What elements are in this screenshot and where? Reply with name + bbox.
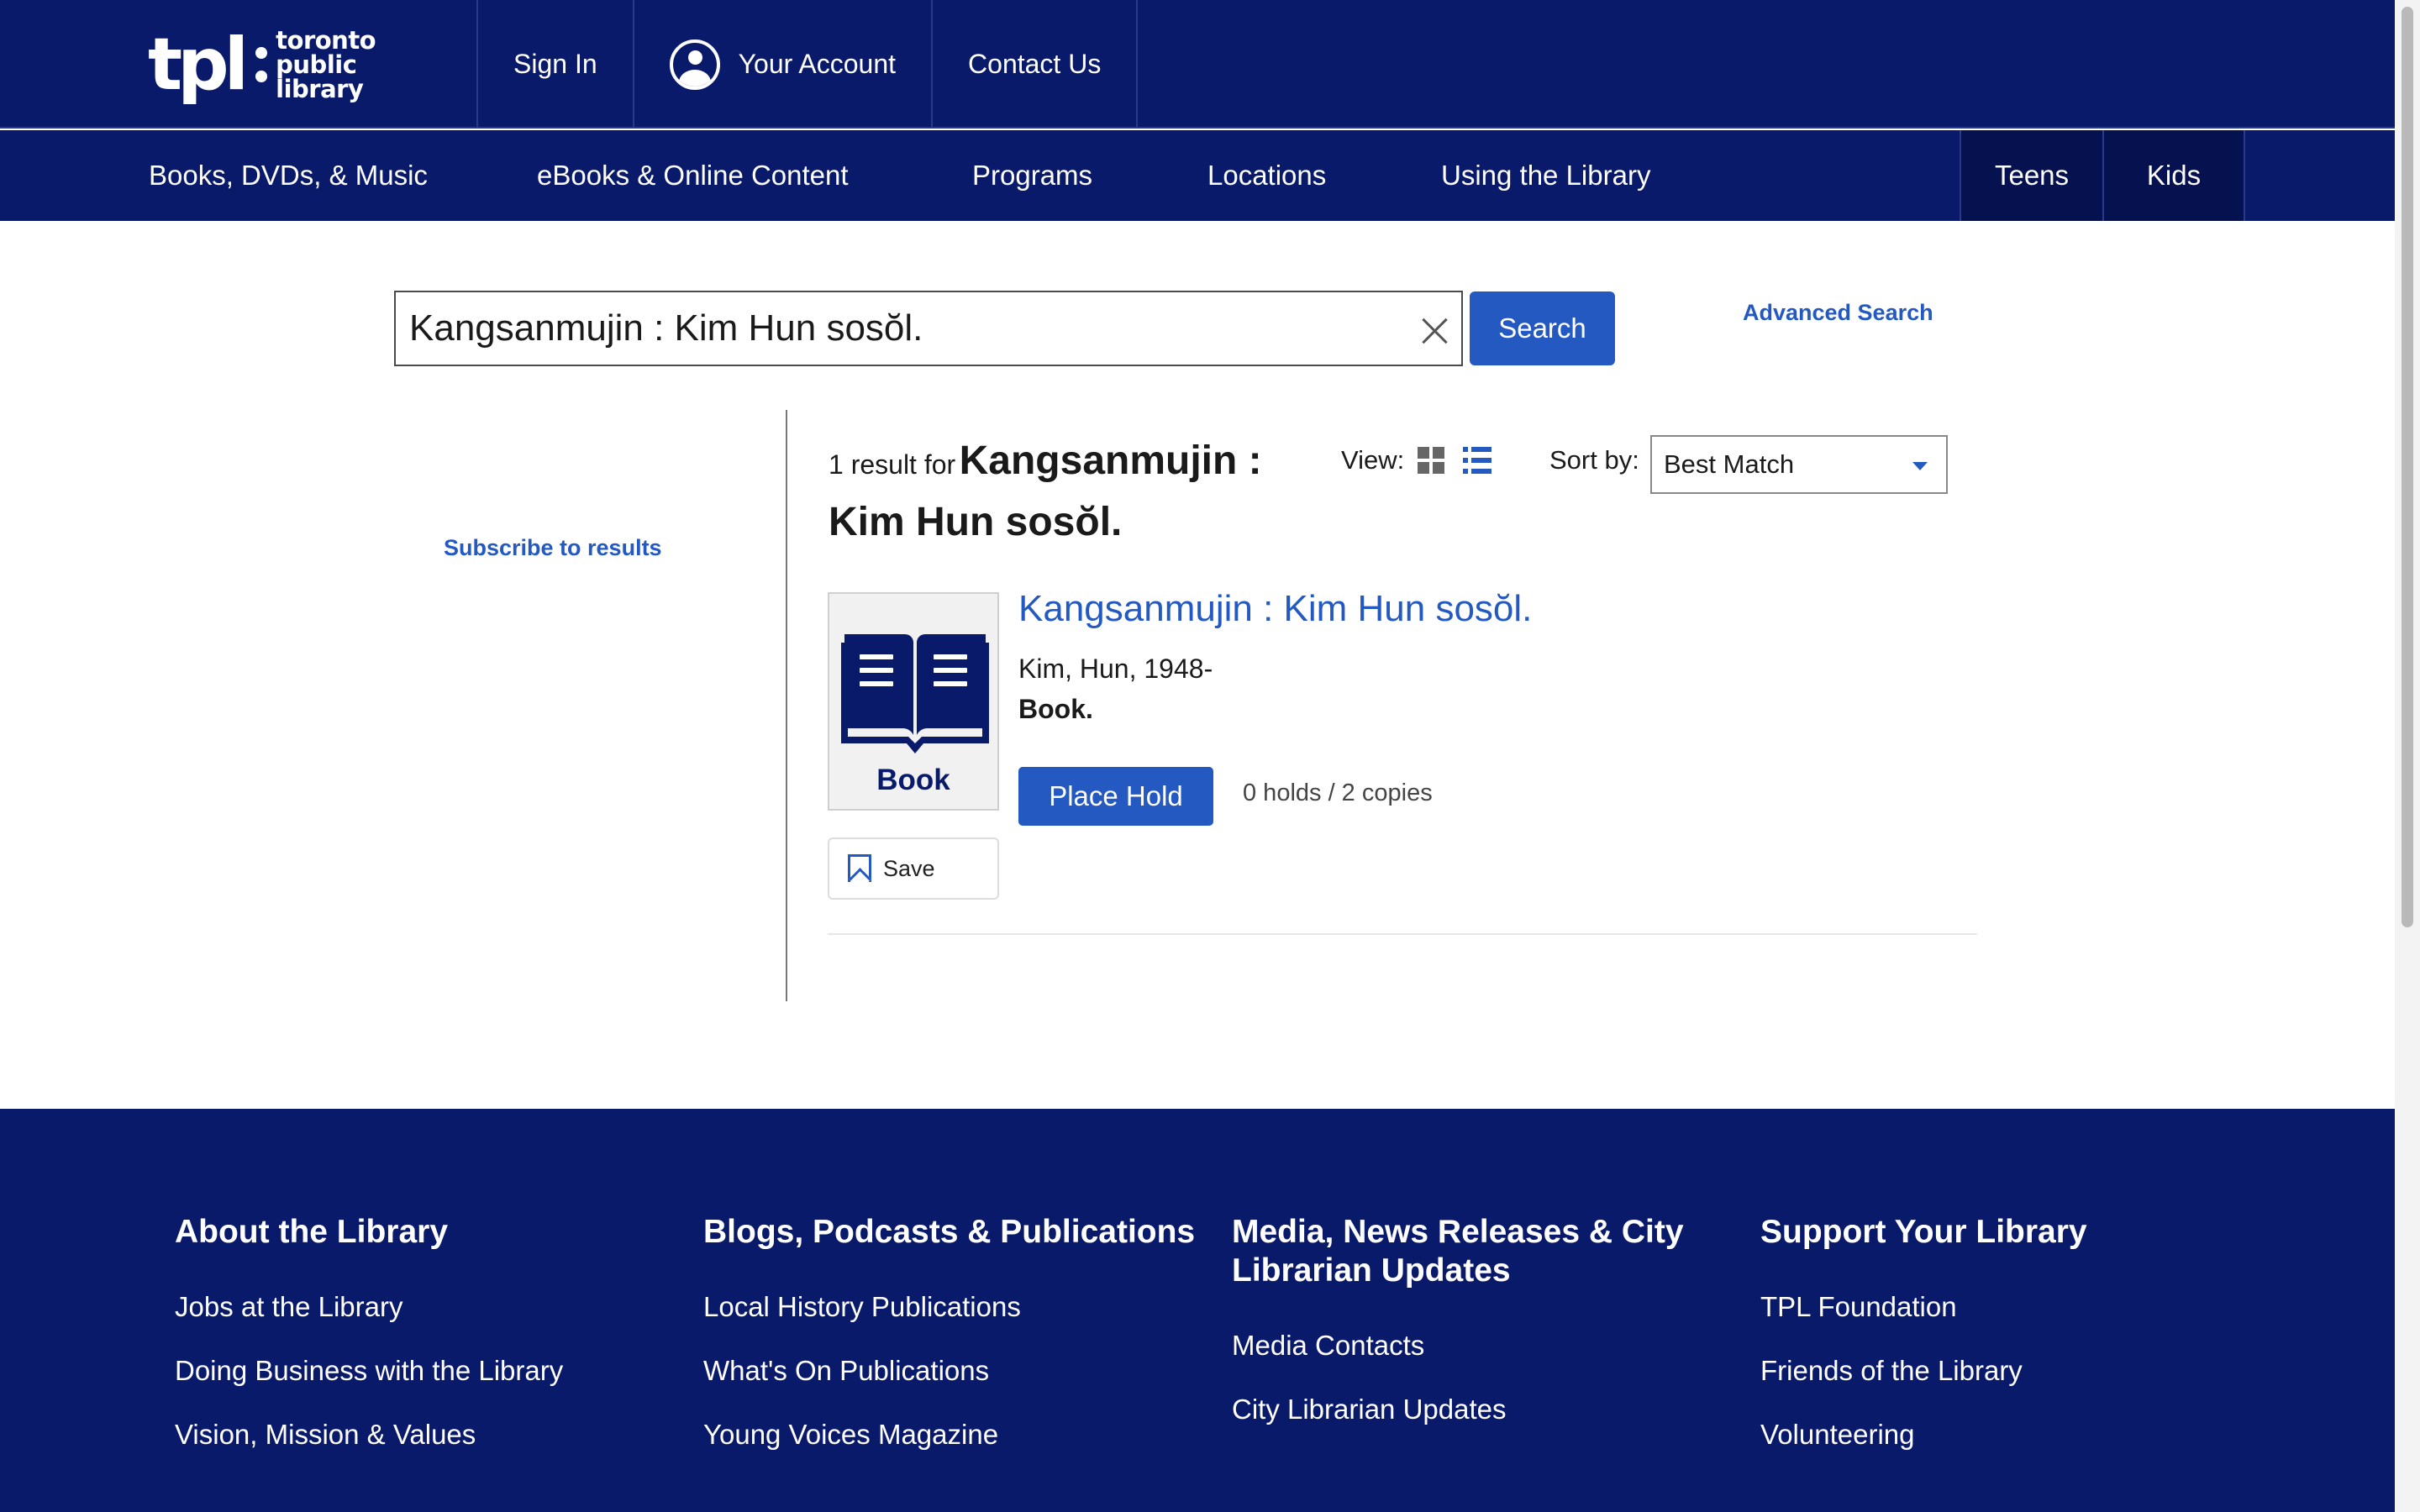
search-button[interactable]: Search [1470,291,1615,365]
your-account-link[interactable]: Your Account [632,0,931,129]
footer-link[interactable]: Media Contacts [1232,1314,1686,1378]
holds-copies-count: 0 holds / 2 copies [1243,780,1433,806]
view-label: View: [1341,445,1405,475]
tpl-logo[interactable]: tpl toronto public library [148,27,417,102]
advanced-search-link[interactable]: Advanced Search [1743,300,1933,326]
nav-ebooks-online[interactable]: eBooks & Online Content [537,130,849,221]
chevron-down-icon [1912,462,1928,470]
main-nav: Books, DVDs, & Music eBooks & Online Con… [0,130,2395,221]
footer-heading: About the Library [175,1214,449,1250]
user-account-icon [669,39,720,90]
clear-search-icon[interactable] [1421,318,1448,344]
results-heading: 1 result for Kangsanmujin : Kim Hun sosŏ… [829,435,1299,558]
your-account-label: Your Account [738,49,897,79]
result-author: Kim, Hun, 1948- [1018,654,1213,684]
logo-line-2: public library [276,50,364,103]
grid-view-icon[interactable] [1418,447,1445,474]
results-divider [786,410,787,1001]
book-format-thumbnail[interactable]: Book [828,592,999,811]
footer-link[interactable]: TPL Foundation [1760,1275,2231,1339]
footer-link[interactable]: Vision, Mission & Values [175,1403,679,1467]
sort-label: Sort by: [1549,445,1639,475]
footer-link[interactable]: What's On Publications [703,1339,1207,1403]
result-title-link[interactable]: Kangsanmujin : Kim Hun sosŏl. [1018,588,1532,630]
footer-link[interactable]: Jobs at the Library [175,1275,679,1339]
footer-heading: Support Your Library [1760,1214,2087,1250]
catalog-search [394,291,1463,366]
logo-dots [255,47,268,82]
open-book-icon [841,634,989,753]
nav-locations[interactable]: Locations [1207,130,1326,221]
scrollbar-thumb[interactable] [2402,7,2413,927]
format-badge-label: Book [876,764,950,796]
search-input[interactable] [396,307,1387,349]
nav-teens[interactable]: Teens [1960,130,2102,221]
bookmark-icon [848,854,871,883]
logo-mark: tpl [148,23,249,107]
footer-col-media: Media, News Releases & City Librarian Up… [1232,1213,1686,1441]
result-format: Book. [1018,694,1093,724]
sign-in-link[interactable]: Sign In [476,0,633,129]
nav-programs[interactable]: Programs [972,130,1092,221]
footer-link[interactable]: City Librarian Updates [1232,1378,1686,1441]
footer-link[interactable]: Local History Publications [703,1275,1207,1339]
footer-col-blogs: Blogs, Podcasts & Publications Local His… [703,1213,1207,1467]
save-button[interactable]: Save [828,837,999,900]
utility-nav: Sign In Your Account Contact Us [476,0,1139,129]
footer-link[interactable]: Friends of the Library [1760,1339,2231,1403]
sort-select[interactable]: Best Match [1650,435,1948,494]
logo-line-1: toronto [276,25,376,55]
footer-link[interactable]: Volunteering [1760,1403,2231,1467]
view-toggle: View: [1341,445,1492,475]
nav-books-dvds-music[interactable]: Books, DVDs, & Music [149,130,428,221]
results-count: 1 result for [829,449,956,480]
sort-value: Best Match [1664,449,1795,479]
contact-us-link[interactable]: Contact Us [931,0,1139,129]
logo-wordmark: toronto public library [276,25,417,103]
result-separator [828,933,1977,935]
list-view-icon[interactable] [1463,447,1492,474]
footer-heading: Media, News Releases & City Librarian Up… [1232,1214,1684,1289]
contact-us-label: Contact Us [968,49,1102,79]
place-hold-button[interactable]: Place Hold [1018,767,1213,826]
footer-link[interactable]: Doing Business with the Library [175,1339,679,1403]
site-footer: About the Library Jobs at the Library Do… [0,1109,2395,1512]
subscribe-to-results-link[interactable]: Subscribe to results [444,535,662,561]
footer-heading: Blogs, Podcasts & Publications [703,1214,1196,1250]
sign-in-label: Sign In [513,49,597,79]
nav-kids[interactable]: Kids [2102,130,2245,221]
save-label: Save [883,855,935,881]
top-header: tpl toronto public library Sign In Your … [0,0,2395,129]
page-scrollbar[interactable] [2395,0,2420,1512]
footer-col-about: About the Library Jobs at the Library Do… [175,1213,679,1467]
footer-link[interactable]: Young Voices Magazine [703,1403,1207,1467]
footer-col-support: Support Your Library TPL Foundation Frie… [1760,1213,2231,1467]
nav-using-the-library[interactable]: Using the Library [1441,130,1650,221]
